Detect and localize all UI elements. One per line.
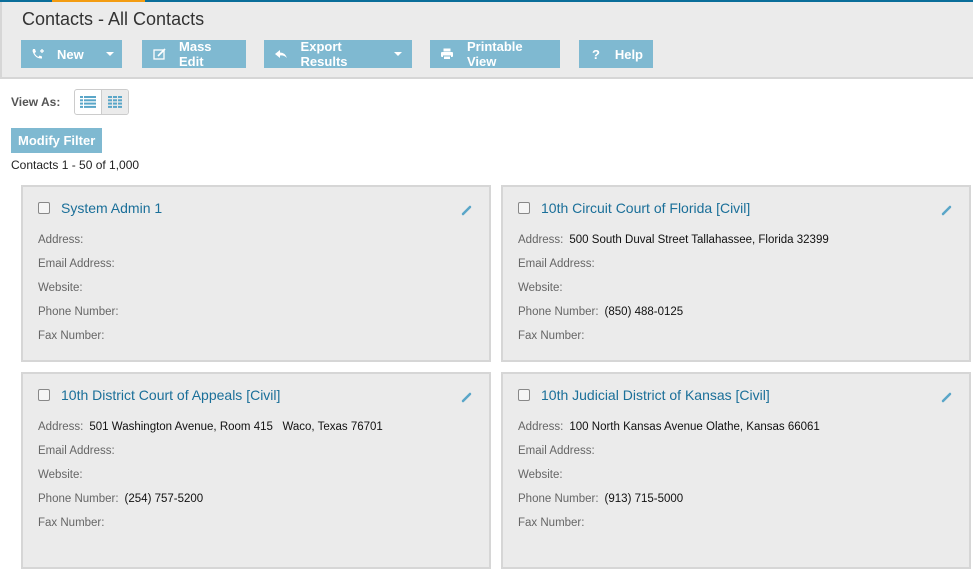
export-results-button[interactable]: Export Results bbox=[264, 39, 412, 69]
list-icon bbox=[80, 96, 96, 108]
contact-card: 10th Judicial District of Kansas [Civil]… bbox=[501, 372, 971, 569]
website-label: Website: bbox=[518, 282, 563, 294]
address-value: 100 North Kansas Avenue Olathe, Kansas 6… bbox=[569, 421, 820, 433]
printable-view-button[interactable]: Printable View bbox=[430, 39, 560, 69]
address-row: Address: 500 South Duval Street Tallahass… bbox=[518, 234, 829, 246]
help-button[interactable]: ? Help bbox=[579, 40, 653, 68]
website-label: Website: bbox=[518, 469, 563, 481]
email-label: Email Address: bbox=[518, 258, 595, 270]
printable-view-button-label: Printable View bbox=[466, 39, 523, 69]
contact-name-link[interactable]: 10th District Court of Appeals [Civil] bbox=[61, 387, 280, 403]
phone-value: (913) 715-5000 bbox=[604, 493, 684, 505]
select-checkbox[interactable] bbox=[518, 202, 530, 214]
mass-edit-button-label: Mass Edit bbox=[179, 39, 212, 69]
edit-icon bbox=[152, 48, 167, 60]
email-row: Email Address: bbox=[38, 258, 121, 270]
phone-label: Phone Number: bbox=[518, 306, 599, 318]
fax-label: Fax Number: bbox=[518, 517, 585, 529]
address-value: 501 Washington Avenue, Room 415 Waco, Te… bbox=[89, 421, 383, 433]
address-row: Address: 501 Washington Avenue, Room 415 … bbox=[38, 421, 383, 433]
website-row: Website: bbox=[38, 282, 89, 294]
fax-row: Fax Number: bbox=[518, 517, 590, 529]
new-button[interactable]: New bbox=[21, 40, 122, 68]
results-count: Contacts 1 - 50 of 1,000 bbox=[11, 158, 140, 172]
new-button-label: New bbox=[57, 46, 84, 62]
phone-row: Phone Number: (254) 757-5200 bbox=[38, 493, 203, 505]
email-row: Email Address: bbox=[518, 258, 601, 270]
address-row: Address: 100 North Kansas Avenue Olathe, … bbox=[518, 421, 820, 433]
contact-card: 10th Circuit Court of Florida [Civil] Ad… bbox=[501, 185, 971, 362]
address-label: Address: bbox=[38, 421, 84, 433]
email-label: Email Address: bbox=[38, 258, 115, 270]
website-row: Website: bbox=[38, 469, 89, 481]
phone-value: (254) 757-5200 bbox=[124, 493, 204, 505]
address-label: Address: bbox=[518, 234, 564, 246]
fax-row: Fax Number: bbox=[38, 517, 110, 529]
contact-card: System Admin 1 Address: Email Address: W… bbox=[21, 185, 491, 362]
fax-row: Fax Number: bbox=[38, 330, 110, 342]
email-label: Email Address: bbox=[518, 445, 595, 457]
address-label: Address: bbox=[38, 234, 84, 246]
grid-view-button[interactable] bbox=[101, 90, 128, 114]
mass-edit-button[interactable]: Mass Edit bbox=[142, 39, 246, 69]
modify-filter-button[interactable]: Modify Filter bbox=[11, 128, 103, 153]
list-view-button[interactable] bbox=[75, 90, 101, 114]
pencil-icon[interactable] bbox=[941, 203, 953, 221]
phone-row: Phone Number: (850) 488-0125 bbox=[518, 306, 683, 318]
grid-icon bbox=[108, 96, 122, 108]
page-title: Contacts - All Contacts bbox=[22, 9, 205, 29]
pencil-icon[interactable] bbox=[461, 390, 473, 408]
reply-icon bbox=[274, 48, 289, 60]
select-checkbox[interactable] bbox=[38, 389, 50, 401]
help-button-label: Help bbox=[614, 46, 643, 62]
fax-label: Fax Number: bbox=[38, 517, 105, 529]
export-results-button-label: Export Results bbox=[300, 39, 348, 69]
page-header: Contacts - All Contacts New Mass Edit Ex… bbox=[0, 2, 973, 79]
fax-label: Fax Number: bbox=[38, 330, 105, 342]
website-label: Website: bbox=[38, 282, 83, 294]
address-label: Address: bbox=[518, 421, 564, 433]
phone-plus-icon bbox=[31, 48, 45, 60]
address-row: Address: bbox=[38, 234, 89, 246]
chevron-down-icon[interactable] bbox=[105, 52, 114, 56]
phone-label: Phone Number: bbox=[38, 306, 119, 318]
pencil-icon[interactable] bbox=[461, 203, 473, 221]
print-icon bbox=[440, 48, 455, 60]
website-label: Website: bbox=[38, 469, 83, 481]
phone-value: (850) 488-0125 bbox=[604, 306, 684, 318]
select-checkbox[interactable] bbox=[38, 202, 50, 214]
email-row: Email Address: bbox=[518, 445, 601, 457]
contact-card: 10th District Court of Appeals [Civil] A… bbox=[21, 372, 491, 569]
select-checkbox[interactable] bbox=[518, 389, 530, 401]
phone-row: Phone Number: bbox=[38, 306, 125, 318]
phone-label: Phone Number: bbox=[518, 493, 599, 505]
contact-name-link[interactable]: System Admin 1 bbox=[61, 200, 162, 216]
phone-label: Phone Number: bbox=[38, 493, 119, 505]
view-toggle bbox=[74, 89, 129, 115]
fax-row: Fax Number: bbox=[518, 330, 590, 342]
website-row: Website: bbox=[518, 469, 569, 481]
email-label: Email Address: bbox=[38, 445, 115, 457]
contact-name-link[interactable]: 10th Judicial District of Kansas [Civil] bbox=[541, 387, 770, 403]
phone-row: Phone Number: (913) 715-5000 bbox=[518, 493, 683, 505]
email-row: Email Address: bbox=[38, 445, 121, 457]
contact-name-link[interactable]: 10th Circuit Court of Florida [Civil] bbox=[541, 200, 750, 216]
pencil-icon[interactable] bbox=[941, 390, 953, 408]
view-as-label: View As: bbox=[11, 95, 61, 109]
fax-label: Fax Number: bbox=[518, 330, 585, 342]
question-icon: ? bbox=[591, 46, 600, 62]
chevron-down-icon[interactable] bbox=[394, 52, 402, 56]
address-value: 500 South Duval Street Tallahassee, Flor… bbox=[569, 234, 829, 246]
website-row: Website: bbox=[518, 282, 569, 294]
